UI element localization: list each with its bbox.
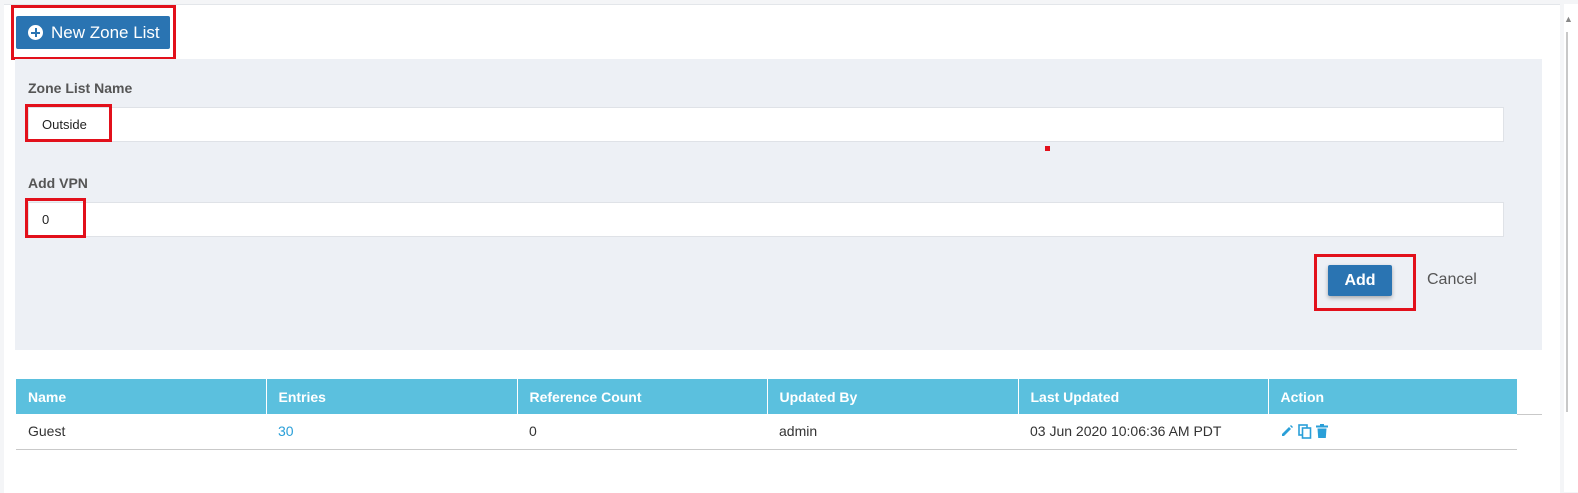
scroll-up-icon[interactable]: ▲ bbox=[1564, 14, 1573, 24]
cell-entries: 30 bbox=[266, 414, 517, 450]
add-button[interactable]: Add bbox=[1328, 265, 1392, 296]
column-header-action: Action bbox=[1268, 379, 1517, 414]
column-header-entries[interactable]: Entries bbox=[266, 379, 518, 414]
plus-circle-icon bbox=[28, 25, 43, 40]
copy-icon[interactable] bbox=[1298, 423, 1312, 439]
cell-last-updated: 03 Jun 2020 10:06:36 AM PDT bbox=[1018, 414, 1268, 450]
annotation-dot bbox=[1045, 146, 1050, 151]
edit-icon[interactable] bbox=[1280, 424, 1294, 438]
table-row: Guest 30 0 admin 03 Jun 2020 10:06:36 AM… bbox=[16, 414, 1517, 450]
column-header-reference-count[interactable]: Reference Count bbox=[517, 379, 768, 414]
cell-action bbox=[1268, 414, 1517, 450]
divider bbox=[1517, 414, 1542, 415]
cell-updated-by: admin bbox=[767, 414, 1018, 450]
cancel-button[interactable]: Cancel bbox=[1427, 271, 1477, 289]
delete-icon[interactable] bbox=[1316, 424, 1328, 439]
column-header-updated-by[interactable]: Updated By bbox=[767, 379, 1019, 414]
zone-list-name-label: Zone List Name bbox=[28, 80, 133, 96]
entries-link[interactable]: 30 bbox=[278, 423, 294, 439]
cell-name: Guest bbox=[16, 414, 266, 450]
table-header-row: Name Entries Reference Count Updated By … bbox=[16, 379, 1517, 414]
add-vpn-input[interactable] bbox=[28, 202, 1504, 237]
new-zone-list-button[interactable]: New Zone List bbox=[16, 16, 170, 49]
zone-list-table: Name Entries Reference Count Updated By … bbox=[16, 379, 1517, 450]
zone-list-name-input[interactable] bbox=[28, 107, 1504, 142]
add-vpn-label: Add VPN bbox=[28, 175, 88, 191]
column-header-last-updated[interactable]: Last Updated bbox=[1018, 379, 1269, 414]
new-zone-list-label: New Zone List bbox=[51, 22, 160, 42]
scrollbar[interactable]: ▲ bbox=[1564, 4, 1578, 492]
scrollbar-track[interactable] bbox=[1566, 32, 1568, 412]
cell-reference-count: 0 bbox=[517, 414, 767, 450]
column-header-name[interactable]: Name bbox=[16, 379, 267, 414]
